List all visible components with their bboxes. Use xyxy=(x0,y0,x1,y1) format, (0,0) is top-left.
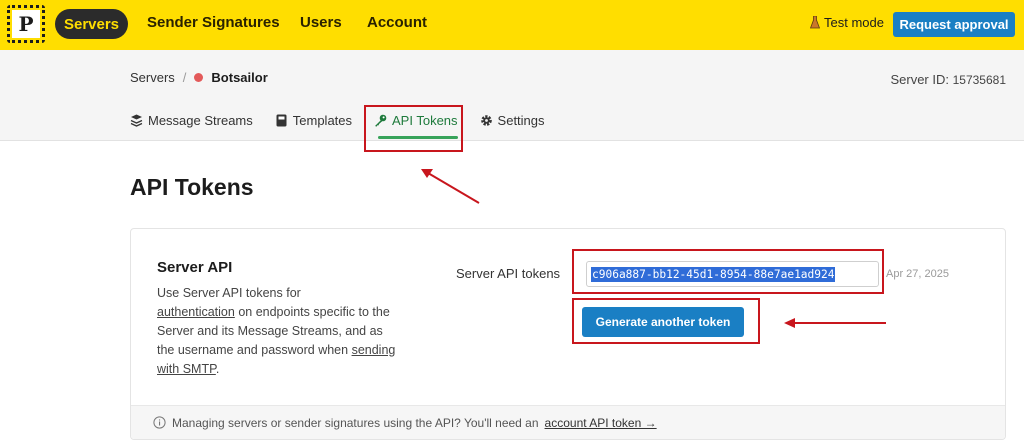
arrow-to-tab xyxy=(421,169,480,204)
annotation-arrows xyxy=(421,169,886,328)
arrow-to-button xyxy=(784,318,886,328)
